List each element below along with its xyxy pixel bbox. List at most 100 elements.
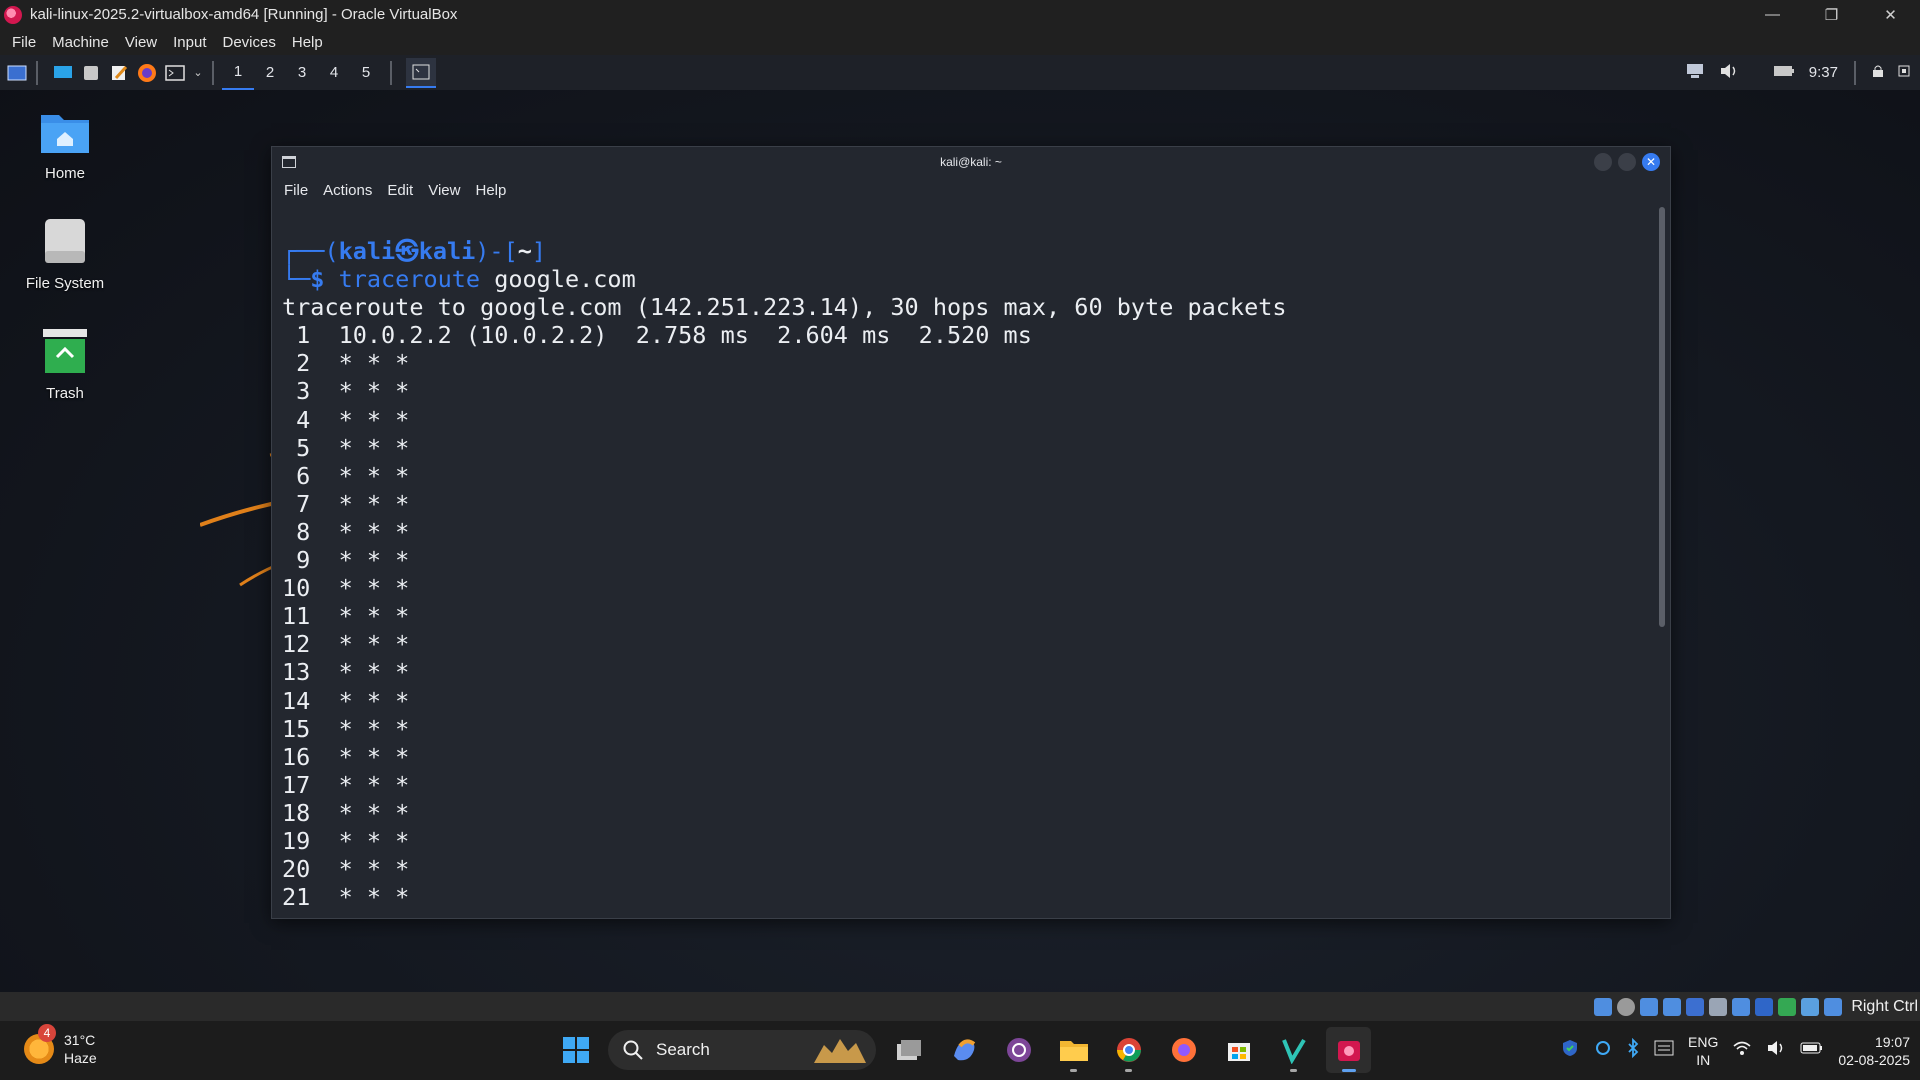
restore-button[interactable]: ❐ [1802,0,1861,29]
vbox-menu-view[interactable]: View [125,34,157,51]
host-key-label: Right Ctrl [1851,997,1918,1015]
weather-temp: 31°C [64,1032,96,1048]
vbox-menu-machine[interactable]: Machine [52,34,109,51]
terminal-menu-help[interactable]: Help [475,182,506,199]
start-button[interactable] [553,1027,598,1073]
shared-folders-status-icon[interactable] [1709,997,1728,1016]
task-view-icon[interactable] [886,1027,931,1073]
volume-icon[interactable] [1719,62,1739,84]
workspace-3[interactable]: 3 [286,55,318,90]
terminal-menu-file[interactable]: File [284,182,308,199]
workspace-2[interactable]: 2 [254,55,286,90]
close-button[interactable]: ✕ [1861,0,1920,29]
hop-line: 17 * * * [282,770,410,799]
clock-date: 02-08-2025 [1838,1051,1910,1068]
battery-icon[interactable] [1773,63,1795,83]
hop-line: 2 * * * [282,349,410,378]
terminal-menu-view[interactable]: View [428,182,460,199]
app-menu-icon[interactable] [6,63,28,83]
weather-widget[interactable]: 4 31°C Haze [24,1024,97,1067]
terminal-scrollbar[interactable] [1659,207,1665,627]
keyboard-status-icon[interactable] [1824,997,1843,1016]
terminal-close-button[interactable]: ✕ [1642,153,1660,171]
firefox-icon[interactable] [136,63,158,83]
speaker-icon[interactable] [1766,1039,1786,1062]
vbox-menu-devices[interactable]: Devices [223,34,276,51]
recording-status-icon[interactable] [1755,997,1774,1016]
hard-disk-status-icon[interactable] [1594,997,1613,1016]
terminal-menubar: File Actions Edit View Help [272,177,1670,203]
wifi-icon[interactable] [1732,1039,1752,1062]
cpu-status-icon[interactable] [1778,997,1797,1016]
tor-browser-icon[interactable] [996,1027,1041,1073]
running-indicator [1341,1069,1356,1072]
vscode-icon[interactable] [1271,1027,1316,1073]
taskbar-clock[interactable]: 19:07 02-08-2025 [1838,1033,1910,1069]
taskbar-search-box[interactable]: Search [608,1030,876,1070]
terminal-output[interactable]: ┌──(kali㉿kali)-[~] └─$ traceroute google… [282,237,1647,913]
search-placeholder: Search [656,1040,710,1059]
terminal-menu-edit[interactable]: Edit [387,182,413,199]
usb-status-icon[interactable] [1686,997,1705,1016]
terminal-minimize-button[interactable] [1594,153,1612,171]
cortana-circle-icon[interactable] [1594,1039,1612,1062]
desktop-icon-file-system[interactable]: File System [14,215,116,292]
kali-top-panel: ⌄ 1 2 3 4 5 9:37 [0,55,1920,90]
chevron-down-icon[interactable]: ⌄ [192,63,204,83]
display-status-icon[interactable] [1732,997,1751,1016]
drive-icon [45,219,85,263]
workspace-1[interactable]: 1 [222,55,254,90]
virtualbox-taskbar-icon[interactable] [1326,1027,1371,1073]
optical-drive-status-icon[interactable] [1617,997,1636,1016]
panel-clock[interactable]: 9:37 [1809,64,1838,81]
system-tray: ENG IN 19:07 02-08-2025 [1560,1021,1910,1080]
taskbar-apps: Search [553,1027,1371,1073]
defender-shield-icon[interactable] [1560,1038,1580,1063]
hop-line: 12 * * * [282,630,410,659]
vbox-menu-file[interactable]: File [12,34,36,51]
mouse-integration-status-icon[interactable] [1801,997,1820,1016]
copilot-icon[interactable] [941,1027,986,1073]
terminal-window[interactable]: kali@kali: ~ ✕ File Actions Edit View He… [271,146,1671,919]
desktop-icon-trash[interactable]: Trash [14,325,116,402]
terminal-maximize-button[interactable] [1618,153,1636,171]
hop-line: 21 * * * [282,883,410,912]
hop-line: 20 * * * [282,855,410,884]
workspace-5[interactable]: 5 [350,55,382,90]
terminal-task-icon[interactable] [406,57,436,88]
weather-desc: Haze [64,1050,97,1066]
firefox-taskbar-icon[interactable] [1161,1027,1206,1073]
desktop-icon-home[interactable]: Home [14,105,116,182]
minimize-button[interactable]: — [1743,0,1802,29]
chrome-icon[interactable] [1106,1027,1151,1073]
bluetooth-icon[interactable] [1626,1037,1640,1063]
show-desktop-icon[interactable] [52,63,74,83]
terminal-launcher-icon[interactable] [164,63,186,83]
terminal-menu-actions[interactable]: Actions [323,182,372,199]
lock-icon[interactable] [1872,64,1884,82]
vbox-menu-help[interactable]: Help [292,34,323,51]
desktop-icon-label: Home [44,165,85,182]
vbox-menu-input[interactable]: Input [173,34,206,51]
hop-list: 1 10.0.2.2 (10.0.2.2) 2.758 ms 2.604 ms … [282,321,1032,911]
terminal-titlebar[interactable]: kali@kali: ~ ✕ [272,147,1670,177]
language-indicator[interactable]: ENG IN [1688,1033,1718,1069]
file-manager-icon[interactable] [80,63,102,83]
file-explorer-icon[interactable] [1051,1027,1096,1073]
power-icon[interactable] [1898,64,1910,81]
workspace-4[interactable]: 4 [318,55,350,90]
command-arg: google.com [494,265,636,294]
network-status-icon[interactable] [1663,997,1682,1016]
network-icon[interactable] [1685,62,1705,84]
microsoft-store-icon[interactable] [1216,1027,1261,1073]
tray-app-icon[interactable] [1654,1039,1674,1062]
terminal-window-controls: ✕ [1594,153,1660,171]
output-header: traceroute to google.com (142.251.223.14… [282,293,1287,322]
prompt-user: kali [338,237,396,265]
battery-tray-icon[interactable] [1800,1041,1824,1060]
vbox-statusbar: Right Ctrl [0,992,1920,1021]
text-editor-icon[interactable] [108,63,130,83]
audio-status-icon[interactable] [1640,997,1659,1016]
terminal-title: kali@kali: ~ [940,155,1002,169]
hop-line: 4 * * * [282,405,410,434]
